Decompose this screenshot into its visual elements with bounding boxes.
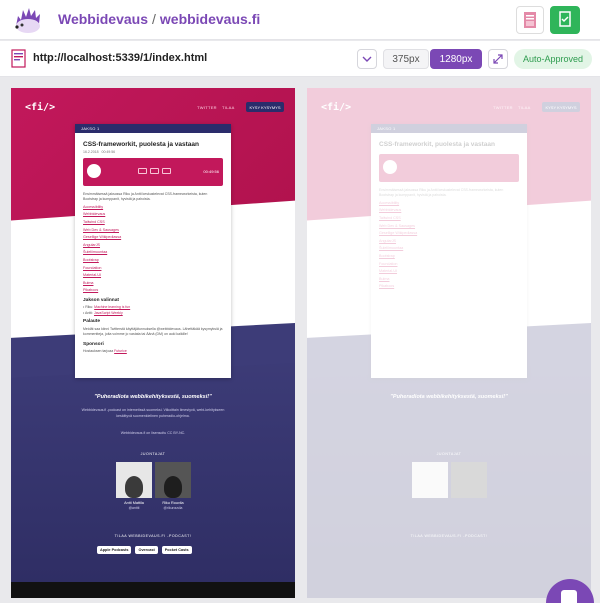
episode-links: Accessibility Webbidevaus Tailwind CSS W… bbox=[75, 204, 231, 295]
page-dropdown-button[interactable] bbox=[357, 49, 377, 69]
snapshot-comparison[interactable]: <fi/> TWITTER TILAA KYSY KYSYMYS JAKSO 1… bbox=[307, 88, 591, 598]
breadcrumb-repo[interactable]: webbidevaus.fi bbox=[160, 11, 260, 27]
site-tagline: "Puheradiota webbikehityksestä, suomeksi… bbox=[94, 394, 212, 400]
podcast-badge: Pocket Casts bbox=[161, 546, 192, 554]
viewport-375-button[interactable]: 375px bbox=[383, 49, 429, 69]
sponsor-prefix: Hostauksen tarjoaa bbox=[83, 348, 114, 353]
site-about: Webbidevaus.fi -podcast on internetissä … bbox=[81, 408, 225, 418]
chevron-down-icon bbox=[362, 56, 372, 62]
pick-link: Machine learning is fun bbox=[94, 304, 131, 309]
episode-duration: 00:49:56 bbox=[101, 150, 116, 154]
site-nav-subscribe: TILAA bbox=[222, 105, 235, 110]
hosts-heading: JUONTAJAT bbox=[140, 452, 166, 456]
viewport-1280-button[interactable]: 1280px bbox=[430, 49, 482, 69]
host-photo bbox=[155, 462, 191, 498]
site-nav-twitter: TWITTER bbox=[197, 105, 217, 110]
approved-snapshot-button[interactable] bbox=[550, 6, 580, 34]
picks-heading: Jakson valinnat bbox=[83, 297, 119, 303]
site-footer-bg bbox=[11, 350, 295, 598]
breadcrumb: Webbidevaus / webbidevaus.fi bbox=[58, 11, 260, 27]
site-footer-strip bbox=[11, 582, 295, 598]
pick-prefix: Riku: bbox=[85, 304, 94, 309]
pick-prefix: Antti: bbox=[85, 310, 93, 315]
player-time: 00:49:56 bbox=[203, 169, 219, 174]
link-item: Šuleliimuuntaa bbox=[83, 250, 108, 255]
expand-icon bbox=[493, 54, 503, 64]
host-name: Antti Mattila bbox=[124, 501, 144, 505]
pick-link: JavaScript Weekly bbox=[93, 310, 123, 315]
link-item: Bootstrap bbox=[83, 257, 99, 262]
podcast-badge: Overcast bbox=[135, 546, 158, 554]
podcast-badge: Apple Podcasts bbox=[97, 546, 132, 554]
snapshot-icon bbox=[524, 12, 536, 28]
sponsor-heading: Sponsori bbox=[83, 341, 104, 347]
page-icon bbox=[11, 49, 26, 68]
feedback-heading: Palaute bbox=[83, 318, 101, 324]
expand-button[interactable] bbox=[488, 49, 508, 69]
page-url: http://localhost:5339/1/index.html bbox=[33, 52, 208, 64]
link-item: Pikaboos bbox=[83, 288, 99, 293]
sponsor-line: Hostauksen tarjoaa Futurice bbox=[75, 348, 231, 354]
speed-icon bbox=[150, 168, 159, 174]
host-handle: @anttti bbox=[128, 506, 140, 510]
episode-title: CSS-frameworkit, puolesta ja vastaan bbox=[83, 141, 199, 148]
check-snapshot-icon bbox=[559, 11, 571, 27]
snapshot-baseline: <fi/> TWITTER TILAA KYSY KYSYMYS JAKSO 1… bbox=[11, 88, 295, 598]
episode-intro: Ensimmäisessä jaksossa Riku ja Antti kes… bbox=[83, 192, 208, 201]
comparison-overlay bbox=[307, 88, 591, 598]
link-item: Bulma bbox=[83, 280, 94, 285]
site-cta: KYSY KYSYMYS bbox=[246, 102, 284, 112]
link-item: Gesellige Wikipediassa bbox=[83, 235, 122, 240]
link-item: Web Dev & Sausages bbox=[83, 227, 120, 232]
sponsor-link: Futurice bbox=[114, 348, 127, 353]
site-license: Webbidevaus.fi on lisensoitu CC BY-NC. bbox=[120, 431, 186, 435]
podcast-links: Apple Podcasts Overcast Pocket Casts bbox=[97, 546, 192, 554]
episode-card: JAKSO 1 CSS-frameworkit, puolesta ja vas… bbox=[75, 124, 231, 378]
forward-icon bbox=[162, 168, 171, 174]
link-item: AngularJS bbox=[83, 242, 101, 247]
player-controls bbox=[138, 168, 171, 174]
host-handle: @rikurouvila bbox=[163, 506, 183, 510]
link-item: Webbidevaus bbox=[83, 212, 106, 217]
app-header: Webbidevaus / webbidevaus.fi bbox=[0, 0, 600, 40]
host-card: Antti Mattila @anttti bbox=[116, 462, 152, 510]
link-item: Tailwind CSS bbox=[83, 219, 105, 224]
play-icon bbox=[87, 164, 101, 178]
link-item: Foundation bbox=[83, 265, 102, 270]
episode-date: 16.2.2018 bbox=[83, 150, 99, 154]
rewind-icon bbox=[138, 168, 147, 174]
url-toolbar: http://localhost:5339/1/index.html 375px… bbox=[0, 41, 600, 77]
host-photo bbox=[116, 462, 152, 498]
host-card: Riku Rouvila @rikurouvila bbox=[155, 462, 191, 510]
breadcrumb-separator: / bbox=[152, 11, 156, 27]
link-item: Material-UI bbox=[83, 273, 102, 278]
hedgehog-icon[interactable] bbox=[12, 4, 44, 36]
site-logo: <fi/> bbox=[25, 102, 56, 113]
chat-icon bbox=[561, 590, 577, 603]
breadcrumb-project[interactable]: Webbidevaus bbox=[58, 11, 148, 27]
feedback-text: Meidät saa kiinni Twitterstä käyttäjätun… bbox=[83, 326, 223, 336]
host-name: Riku Rouvila bbox=[162, 501, 184, 505]
audio-player: 00:49:56 bbox=[83, 158, 223, 186]
subscribe-heading: TILAA WEBBIDEVAUS.FI -PODCAST! bbox=[114, 534, 192, 538]
status-badge: Auto-Approved bbox=[514, 49, 592, 69]
snapshot-thumbnail-button[interactable] bbox=[516, 6, 544, 34]
episode-meta: 16.2.2018 00:49:56 bbox=[75, 150, 231, 154]
link-item: Accessibility bbox=[83, 204, 104, 209]
episode-label: JAKSO 1 bbox=[75, 124, 231, 133]
